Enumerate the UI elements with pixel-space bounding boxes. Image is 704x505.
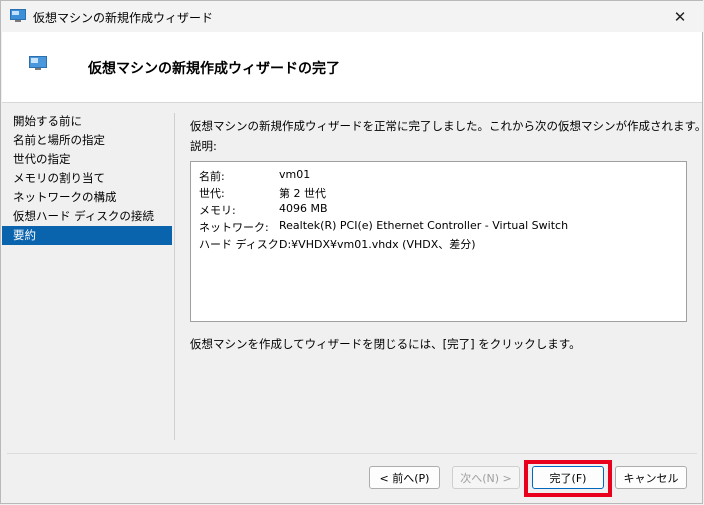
- nav-item-memory[interactable]: メモリの割り当て: [2, 169, 172, 188]
- summary-key: 名前:: [199, 170, 225, 183]
- next-button[interactable]: 次へ(N) >: [452, 466, 520, 489]
- summary-key: ネットワーク:: [199, 221, 269, 234]
- summary-key: ハード ディスク:: [199, 238, 283, 251]
- description-label: 説明:: [190, 139, 217, 153]
- intro-text: 仮想マシンの新規作成ウィザードを正常に完了しました。これから次の仮想マシンが作成…: [190, 119, 704, 133]
- back-button[interactable]: < 前へ(P): [369, 466, 440, 489]
- wizard-steps: 開始する前に 名前と場所の指定 世代の指定 メモリの割り当て ネットワークの構成…: [2, 112, 172, 245]
- page-title: 仮想マシンの新規作成ウィザードの完了: [88, 61, 340, 77]
- monitor-icon: [10, 9, 26, 22]
- summary-key: メモリ:: [199, 204, 236, 217]
- summary-value: 第 2 世代: [279, 187, 326, 200]
- nav-item-networking[interactable]: ネットワークの構成: [2, 188, 172, 207]
- nav-item-summary[interactable]: 要約: [2, 226, 172, 245]
- divider: [174, 113, 175, 440]
- nav-item-generation[interactable]: 世代の指定: [2, 150, 172, 169]
- summary-value: D:¥VHDX¥vm01.vhdx (VHDX、差分): [279, 238, 476, 251]
- summary-value: vm01: [279, 168, 311, 181]
- cancel-button[interactable]: キャンセル: [615, 466, 687, 489]
- nav-item-before-you-begin[interactable]: 開始する前に: [2, 112, 172, 131]
- finish-instruction: 仮想マシンを作成してウィザードを閉じるには、[完了] をクリックします。: [190, 337, 581, 351]
- summary-box[interactable]: 名前: vm01 世代: 第 2 世代 メモリ: 4096 MB ネットワーク:…: [190, 161, 687, 322]
- close-icon[interactable]: ✕: [657, 1, 703, 32]
- nav-item-name-and-location[interactable]: 名前と場所の指定: [2, 131, 172, 150]
- wizard-header: 仮想マシンの新規作成ウィザードの完了: [2, 32, 702, 103]
- wizard-window: 仮想マシンの新規作成ウィザード ✕ 仮想マシンの新規作成ウィザードの完了 開始す…: [0, 0, 704, 504]
- footer-divider: [7, 453, 697, 454]
- monitor-icon: [29, 56, 47, 70]
- summary-value: Realtek(R) PCI(e) Ethernet Controller - …: [279, 219, 569, 232]
- finish-button[interactable]: 完了(F): [532, 466, 604, 489]
- summary-value: 4096 MB: [279, 202, 328, 215]
- summary-key: 世代:: [199, 187, 225, 200]
- nav-item-virtual-hard-disk[interactable]: 仮想ハード ディスクの接続: [2, 207, 172, 226]
- title-bar: 仮想マシンの新規作成ウィザード ✕: [1, 1, 703, 32]
- window-title: 仮想マシンの新規作成ウィザード: [33, 11, 214, 25]
